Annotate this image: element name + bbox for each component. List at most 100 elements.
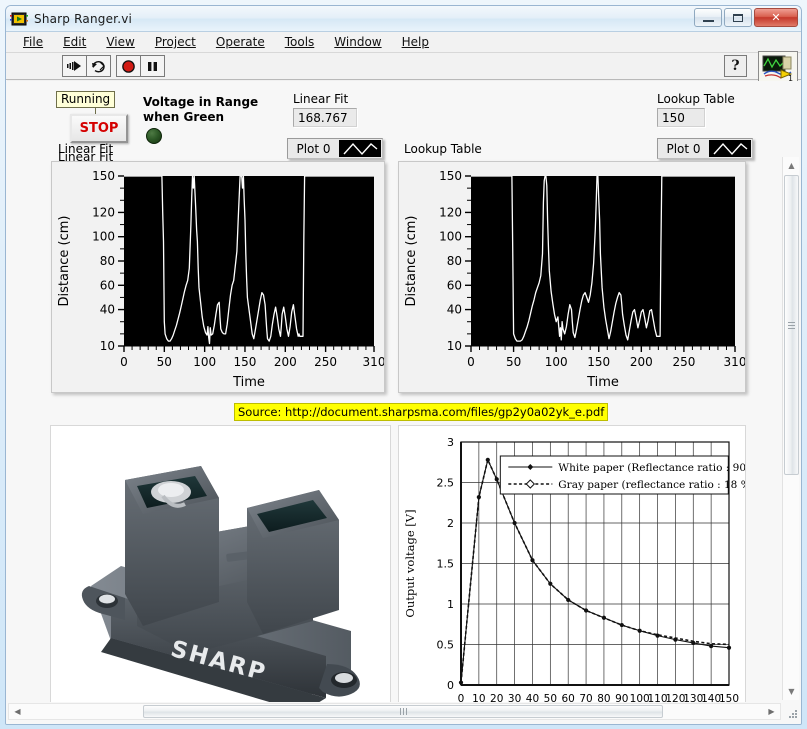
lookup-table-value[interactable]: 150 <box>657 108 705 127</box>
run-continuously-icon[interactable] <box>86 55 111 77</box>
sensor-photo: SHARP <box>50 425 391 702</box>
horizontal-scroll-thumb[interactable] <box>143 705 663 718</box>
menu-file[interactable]: File <box>14 33 52 51</box>
svg-text:60: 60 <box>562 693 575 702</box>
pause-icon[interactable] <box>140 55 165 77</box>
linear-fit-label: Linear Fit <box>293 92 357 106</box>
svg-text:60: 60 <box>447 278 462 292</box>
svg-text:10: 10 <box>100 339 115 353</box>
menu-edit-label: Edit <box>63 35 86 49</box>
svg-text:40: 40 <box>526 693 539 702</box>
svg-text:100: 100 <box>193 355 216 369</box>
svg-text:310: 310 <box>363 355 384 369</box>
menu-file-label: File <box>23 35 43 49</box>
menu-view[interactable]: View <box>97 33 143 51</box>
svg-text:250: 250 <box>672 355 695 369</box>
window-resize-grip[interactable] <box>786 708 799 721</box>
linear-fit-indicator: Linear Fit 168.767 <box>293 92 357 127</box>
menu-operate[interactable]: Operate <box>207 33 274 51</box>
svg-text:Gray paper (reflectance ratio: Gray paper (reflectance ratio : 18 %) <box>558 479 745 491</box>
screen-root: Sharp Ranger.vi ✕ File Edit View Project… <box>0 0 807 729</box>
svg-text:Distance (cm): Distance (cm) <box>57 216 72 307</box>
menu-tools[interactable]: Tools <box>276 33 324 51</box>
svg-text:40: 40 <box>447 303 462 317</box>
sharp-datasheet-chart: 00.511.522.53010203040506070809010011012… <box>398 425 746 702</box>
scroll-up-arrow-icon[interactable]: ▲ <box>783 157 800 174</box>
svg-text:10: 10 <box>472 693 485 702</box>
stop-button[interactable]: STOP <box>70 114 128 143</box>
sharp-sensor-illustration: SHARP <box>51 426 390 702</box>
svg-text:10: 10 <box>447 339 462 353</box>
linear-fit-graph-title: Linear Fit <box>58 142 113 156</box>
labview-connector-pane-icon[interactable]: 1 <box>758 51 798 85</box>
svg-text:100: 100 <box>92 230 115 244</box>
menu-tools-label: Tools <box>285 35 315 49</box>
menu-window[interactable]: Window <box>325 33 390 51</box>
minimize-button[interactable] <box>694 8 722 27</box>
svg-text:310: 310 <box>724 355 745 369</box>
run-controls-group <box>62 55 164 77</box>
svg-text:200: 200 <box>630 355 653 369</box>
plot-legend-right-swatch-icon[interactable] <box>709 140 751 157</box>
plot-legend-left-swatch-icon[interactable] <box>339 140 381 157</box>
labview-front-panel-window: Sharp Ranger.vi ✕ File Edit View Project… <box>5 5 802 725</box>
scroll-down-arrow-icon[interactable]: ▼ <box>783 683 800 700</box>
vi-app-icon <box>10 11 28 27</box>
abort-execution-stop-icon[interactable] <box>116 55 141 77</box>
svg-text:0.5: 0.5 <box>437 639 455 652</box>
svg-text:Time: Time <box>586 375 619 390</box>
window-title: Sharp Ranger.vi <box>34 12 132 26</box>
svg-text:30: 30 <box>508 693 521 702</box>
svg-text:1.5: 1.5 <box>437 558 455 571</box>
svg-text:40: 40 <box>100 303 115 317</box>
linear-fit-value[interactable]: 168.767 <box>293 108 357 127</box>
vi-toolbar: ? 1 <box>6 53 801 80</box>
scroll-right-arrow-icon[interactable]: ▶ <box>763 704 780 719</box>
context-help-icon[interactable]: ? <box>724 55 747 77</box>
svg-text:70: 70 <box>579 693 592 702</box>
svg-text:150: 150 <box>719 693 739 702</box>
front-panel-content: Running STOP Linear Fit Voltage in Range… <box>12 81 781 702</box>
plot-legend-right-label: Plot 0 <box>658 139 709 158</box>
scroll-grip-icon <box>788 320 795 331</box>
linear-fit-graph[interactable]: 10406080100120150050100150200250310TimeD… <box>51 161 385 393</box>
menu-project[interactable]: Project <box>146 33 205 51</box>
svg-text:1: 1 <box>447 598 454 611</box>
svg-text:250: 250 <box>314 355 337 369</box>
svg-text:120: 120 <box>439 205 462 219</box>
svg-text:0: 0 <box>458 693 465 702</box>
vertical-scrollbar[interactable]: ▲ ▼ <box>782 157 799 700</box>
led-caption-line2: when Green <box>143 110 258 125</box>
svg-text:White paper (Reflectance ratio: White paper (Reflectance ratio : 90 %) <box>558 462 745 474</box>
title-bar: Sharp Ranger.vi ✕ <box>6 6 801 32</box>
scroll-left-arrow-icon[interactable]: ◀ <box>9 704 26 719</box>
lookup-table-graph[interactable]: 10406080100120150050100150200250310TimeD… <box>398 161 746 393</box>
lookup-table-label: Lookup Table <box>657 92 735 106</box>
vertical-scroll-thumb[interactable] <box>784 175 799 475</box>
voltage-in-range-led <box>146 128 162 144</box>
svg-text:150: 150 <box>439 169 462 183</box>
horizontal-scrollbar[interactable]: ◀ ▶ <box>8 703 781 720</box>
menu-project-label: Project <box>155 35 196 49</box>
menu-operate-label: Operate <box>216 35 265 49</box>
svg-text:2: 2 <box>447 517 454 530</box>
svg-text:80: 80 <box>100 254 115 268</box>
svg-text:3: 3 <box>447 436 454 449</box>
lookup-table-graph-canvas: 10406080100120150050100150200250310TimeD… <box>399 162 745 392</box>
svg-text:100: 100 <box>439 230 462 244</box>
svg-text:80: 80 <box>597 693 610 702</box>
close-button[interactable]: ✕ <box>754 8 798 27</box>
run-arrow-icon[interactable] <box>62 55 87 77</box>
menu-help[interactable]: Help <box>393 33 438 51</box>
svg-text:90: 90 <box>615 693 628 702</box>
plot-legend-left[interactable]: Plot 0 <box>287 138 383 159</box>
linear-fit-graph-canvas: 10406080100120150050100150200250310TimeD… <box>52 162 384 392</box>
maximize-button[interactable] <box>724 8 752 27</box>
led-caption-block: Voltage in Range when Green <box>143 95 258 125</box>
menu-help-label: Help <box>402 35 429 49</box>
menu-window-label: Window <box>334 35 381 49</box>
svg-text:Distance (cm): Distance (cm) <box>404 216 419 307</box>
plot-legend-right[interactable]: Plot 0 <box>657 138 753 159</box>
svg-text:150: 150 <box>587 355 610 369</box>
menu-edit[interactable]: Edit <box>54 33 95 51</box>
